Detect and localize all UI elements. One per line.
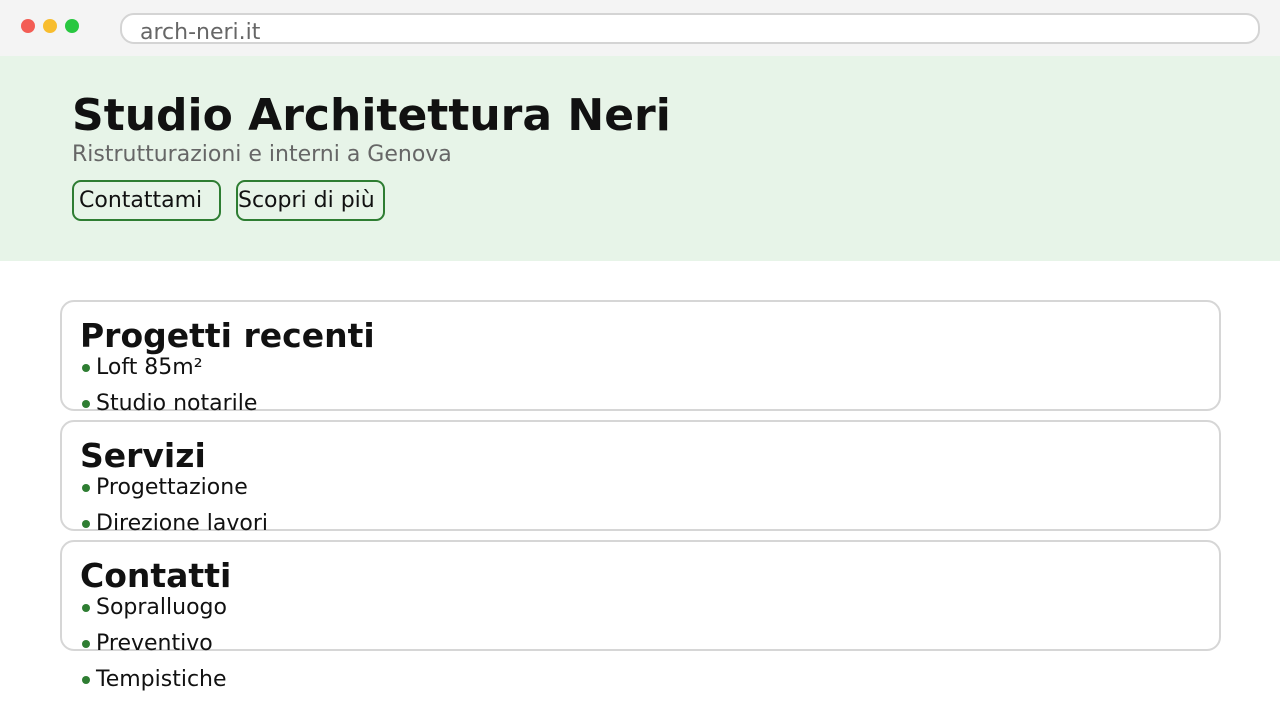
list-item: Progettazione xyxy=(80,470,268,506)
window-minimize-icon[interactable] xyxy=(43,19,57,33)
contacts-card: Contatti Sopralluogo Preventivo Tempisti… xyxy=(60,540,1221,692)
bullet-icon xyxy=(82,484,90,492)
card-list: Loft 85m² Studio notarile xyxy=(80,350,257,422)
services-card: Servizi Progettazione Direzione lavori xyxy=(60,420,1221,536)
card-list: Sopralluogo Preventivo Tempistiche xyxy=(80,590,227,698)
list-item: Studio notarile xyxy=(80,386,257,422)
page-subtitle: Ristrutturazioni e interni a Genova xyxy=(72,142,452,167)
page-title: Studio Architettura Neri xyxy=(72,90,671,141)
list-item: Tempistiche xyxy=(80,662,227,698)
contact-button[interactable]: Contattami xyxy=(72,180,221,221)
recent-projects-card: Progetti recenti Loft 85m² Studio notari… xyxy=(60,300,1221,416)
window-close-icon[interactable] xyxy=(21,19,35,33)
list-item: Sopralluogo xyxy=(80,590,227,626)
list-item-label: Progettazione xyxy=(96,475,248,500)
hero-section: Studio Architettura Neri Ristrutturazion… xyxy=(0,56,1280,261)
bullet-icon xyxy=(82,604,90,612)
learn-more-button[interactable]: Scopri di più xyxy=(236,180,385,221)
address-bar-url: arch-neri.it xyxy=(140,20,261,45)
list-item-label: Sopralluogo xyxy=(96,595,227,620)
list-item: Direzione lavori xyxy=(80,506,268,542)
list-item: Loft 85m² xyxy=(80,350,257,386)
list-item-label: Studio notarile xyxy=(96,391,258,416)
bullet-icon xyxy=(82,520,90,528)
window-maximize-icon[interactable] xyxy=(65,19,79,33)
list-item-label: Loft 85m² xyxy=(96,355,203,380)
card-list: Progettazione Direzione lavori xyxy=(80,470,268,542)
list-item-label: Preventivo xyxy=(96,631,213,656)
bullet-icon xyxy=(82,676,90,684)
list-item-label: Tempistiche xyxy=(96,667,227,692)
address-bar[interactable]: arch-neri.it xyxy=(120,13,1260,45)
bullet-icon xyxy=(82,640,90,648)
bullet-icon xyxy=(82,364,90,372)
list-item-label: Direzione lavori xyxy=(96,511,268,536)
list-item: Preventivo xyxy=(80,626,227,662)
bullet-icon xyxy=(82,400,90,408)
browser-toolbar: arch-neri.it xyxy=(0,0,1280,56)
